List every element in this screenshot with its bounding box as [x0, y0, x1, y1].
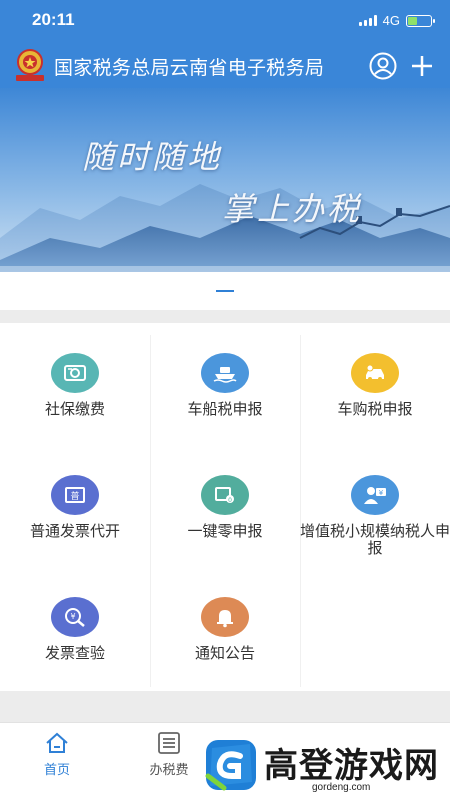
home-icon [46, 732, 68, 753]
banner-slogan-1: 随时随地 [82, 138, 223, 176]
carousel-dot-active[interactable] [216, 290, 234, 292]
carousel-indicator [0, 272, 450, 310]
invoice-icon: 普 [51, 475, 99, 515]
nav-home[interactable]: 首页 [12, 731, 102, 778]
service-label: 普通发票代开 [29, 522, 120, 540]
svg-text:0: 0 [228, 497, 232, 504]
service-label: 发票查验 [44, 644, 105, 662]
service-vehicle-purchase-tax[interactable]: 车购税申报 [300, 323, 450, 445]
service-grid: 社保缴费 车船税申报 车购税申报 普 普通发票代开 0 一键零申报 ¥ 增值税小… [0, 323, 450, 691]
notice-bell-icon [201, 597, 249, 637]
social-security-icon [51, 353, 99, 393]
svg-text:¥: ¥ [379, 489, 384, 497]
service-label: 车船税申报 [187, 400, 263, 418]
service-label: 一键零申报 [187, 522, 263, 540]
service-vat-small-taxpayer[interactable]: ¥ 增值税小规模纳税人申报 [300, 445, 450, 567]
service-social-security[interactable]: 社保缴费 [0, 323, 150, 445]
service-label: 车购税申报 [337, 400, 413, 418]
user-icon[interactable] [368, 51, 398, 81]
status-time: 20:11 [32, 10, 75, 29]
svg-text:¥: ¥ [70, 612, 75, 621]
vehicle-vessel-tax-icon [201, 353, 249, 393]
service-zero-declaration[interactable]: 0 一键零申报 [150, 445, 300, 567]
add-icon[interactable] [406, 50, 438, 82]
status-indicators: 4G [358, 13, 435, 28]
service-label: 增值税小规模纳税人申报 [300, 522, 450, 557]
service-label: 社保缴费 [44, 400, 105, 418]
great-wall-banner-image [0, 88, 450, 272]
banner-slogan-2: 掌上办税 [222, 190, 363, 228]
nav-home-label: 首页 [43, 763, 70, 778]
service-notice[interactable]: 通知公告 [150, 567, 300, 689]
service-invoice-check[interactable]: ¥ 发票查验 [0, 567, 150, 689]
status-bar: 20:11 4G [0, 0, 450, 44]
header-title: 国家税务总局云南省电子税务局 [54, 57, 325, 79]
watermark-logo-icon [205, 740, 256, 791]
battery-icon [406, 14, 435, 27]
watermark-url: gordeng.com [312, 782, 371, 793]
service-label: 通知公告 [194, 644, 255, 662]
promo-banner[interactable]: 随时随地 掌上办税 [0, 88, 450, 272]
list-icon [158, 732, 180, 754]
app-header: 国家税务总局云南省电子税务局 [0, 44, 450, 88]
service-invoice-issue[interactable]: 普 普通发票代开 [0, 445, 150, 567]
nav-tax-label: 办税费 [149, 763, 189, 778]
network-type: 4G [382, 13, 400, 28]
tax-emblem-icon [16, 49, 44, 81]
zero-declaration-icon: 0 [201, 475, 249, 515]
svg-text:普: 普 [70, 490, 79, 502]
signal-icon [358, 15, 377, 26]
service-vehicle-vessel-tax[interactable]: 车船税申报 [150, 323, 300, 445]
vat-taxpayer-icon: ¥ [351, 475, 399, 515]
vehicle-purchase-tax-icon [351, 353, 399, 393]
invoice-check-icon: ¥ [51, 597, 99, 637]
top-bar: 20:11 4G 国家税务总局云南省电子税务局 [0, 0, 450, 88]
watermark-text: 高登游戏网 [264, 746, 439, 786]
site-watermark: 高登游戏网 gordeng.com [194, 732, 450, 800]
